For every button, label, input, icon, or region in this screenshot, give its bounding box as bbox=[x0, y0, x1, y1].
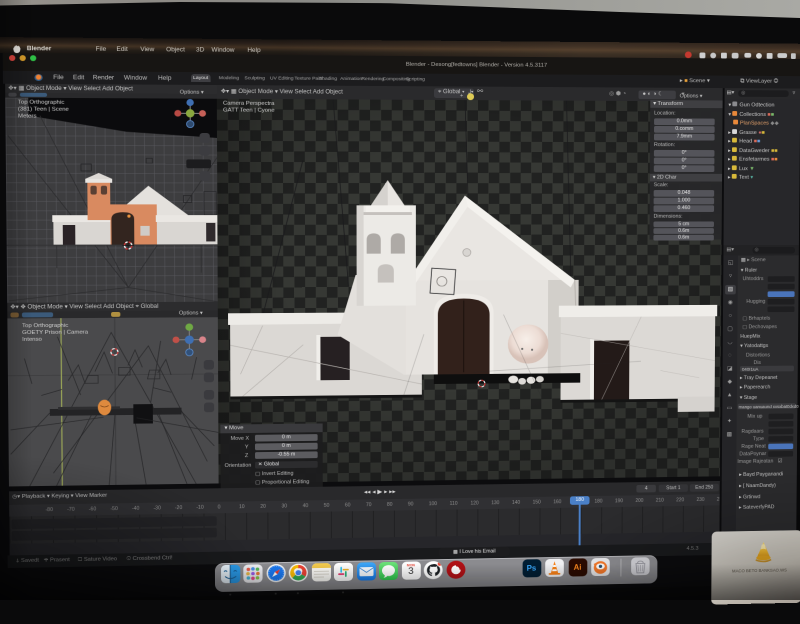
svg-text:MACO BETO BANKSAO.WS: MACO BETO BANKSAO.WS bbox=[732, 568, 787, 574]
